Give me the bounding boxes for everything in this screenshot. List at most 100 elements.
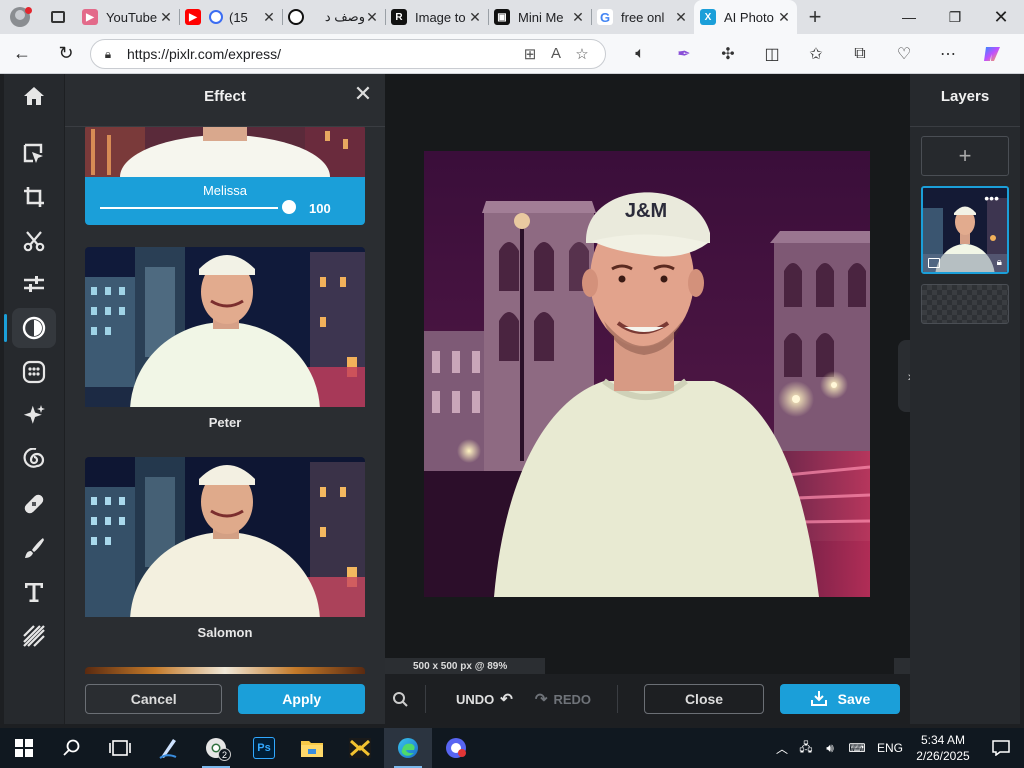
minimize-button[interactable]: — [886,0,932,34]
close-window-button[interactable]: ✕ [978,0,1024,34]
undo-button[interactable]: UNDO ↶ [456,690,513,708]
cancel-button[interactable]: Cancel [85,684,223,714]
close-button[interactable]: Close [644,684,764,714]
close-panel-icon[interactable]: ✕ [353,83,373,105]
zoom-magnifier-icon[interactable] [385,691,415,707]
browser-tab-image-to[interactable]: R Image to ✕ [385,0,488,34]
favorite-star-icon[interactable]: ☆ [569,45,595,63]
collections-icon[interactable]: ⧉ [838,34,882,74]
copilot-icon[interactable] [970,34,1014,74]
feather-extension-icon[interactable]: ✒ [662,34,706,74]
volume-icon[interactable]: 🔊︎ [818,741,842,756]
text-tool-icon[interactable] [12,572,56,612]
close-tab-icon[interactable]: ✕ [262,9,276,26]
browser-essentials-icon[interactable]: ♡ [882,34,926,74]
speaker-icon[interactable]: 🔈︎ [618,34,662,74]
browser-tab-youtube-2[interactable]: ▶ (15 ✕ [179,0,282,34]
effect-intensity-value: 100 [309,201,331,216]
clock[interactable]: 5:34 AM 2/26/2025 [908,732,978,764]
photo-canvas[interactable]: J&M [424,151,870,597]
close-tab-icon[interactable]: ✕ [365,9,379,26]
adjust-sliders-icon[interactable] [12,264,56,304]
filter-dots-icon[interactable] [12,352,56,392]
browser-tab-pixlr[interactable]: X AI Photo ✕ [694,0,797,34]
image-layer-icon [928,258,940,268]
yellow-app-icon[interactable] [336,728,384,768]
keyboard-icon[interactable]: ⌨ [842,741,872,755]
refresh-button[interactable]: ↻ [44,34,88,74]
close-tab-icon[interactable]: ✕ [674,9,688,26]
liquify-swirl-icon[interactable] [12,440,56,480]
browser-tab-mini-me[interactable]: ▣ Mini Me ✕ [488,0,591,34]
record-app-icon[interactable] [432,728,480,768]
home-icon[interactable] [12,76,56,116]
photoshop-icon[interactable]: Ps [240,728,288,768]
apply-button[interactable]: Apply [238,684,365,714]
bottom-action-bar: UNDO ↶ ↷ REDO Close Save [385,674,910,724]
close-tab-icon[interactable]: ✕ [468,9,482,26]
browser-tab-chatgpt[interactable]: وصف د ✕ [282,0,385,34]
favorites-icon[interactable]: ✩ [794,34,838,74]
add-layer-button[interactable]: + [921,136,1009,176]
divider [425,685,426,713]
ai-sparkle-icon[interactable] [12,396,56,436]
windows-start-icon[interactable] [0,728,48,768]
search-icon[interactable] [48,728,96,768]
effect-tool-icon[interactable] [4,308,56,348]
url-text[interactable]: https://pixlr.com/express/ [127,46,517,62]
arrange-tool-icon[interactable] [12,134,56,174]
edge-browser-icon[interactable] [384,728,432,768]
app-available-icon[interactable]: ⊞ [517,45,543,63]
more-menu-icon[interactable]: ⋯ [926,34,970,74]
overlay-texture-icon[interactable] [12,616,56,656]
crop-tool-icon[interactable] [12,177,56,217]
effect-card-salomon[interactable]: Salomon [85,457,365,640]
profile-avatar[interactable] [0,0,40,34]
undo-label: UNDO [456,691,495,707]
show-hidden-icons-chevron-icon[interactable]: ︿ [770,740,794,757]
lock-icon[interactable]: 🔒︎ [997,257,1002,268]
split-screen-icon[interactable]: ◫ [750,34,794,74]
file-explorer-icon[interactable] [288,728,336,768]
notification-icon[interactable] [978,740,1024,756]
brush-icon[interactable] [12,528,56,568]
layer-thumbnail-photo[interactable]: ••• 🔒︎ [921,186,1009,274]
healing-bandage-icon[interactable] [12,484,56,524]
close-tab-icon[interactable]: ✕ [159,9,173,26]
back-button[interactable]: ← [0,34,44,74]
lock-icon[interactable]: 🔒︎ [101,47,115,61]
effect-intensity-slider[interactable] [100,207,278,209]
effect-card-peter[interactable]: Peter [85,247,365,430]
tab-title: وصف د [324,9,365,24]
new-tab-button[interactable]: + [797,4,833,30]
close-tab-icon[interactable]: ✕ [571,9,585,26]
effect-card-active[interactable]: Melissa 100 [85,127,365,225]
divider [910,126,1020,127]
browser-tab-youtube[interactable]: ▶ YouTube ✕ [76,0,179,34]
effect-panel-footer: Cancel Apply [65,674,385,724]
browser-tab-google[interactable]: G free onl ✕ [591,0,694,34]
effect-list[interactable]: Melissa 100 Peter Salomon [65,126,385,674]
save-button[interactable]: Save [780,684,900,714]
network-icon[interactable]: 🖧︎ [794,738,818,759]
redo-button[interactable]: ↷ REDO [535,690,591,708]
task-view-icon[interactable] [96,728,144,768]
effect-card-next[interactable] [85,667,365,674]
read-aloud-icon[interactable]: A [543,45,569,62]
pen-app-icon[interactable] [144,728,192,768]
effect-name: Salomon [197,625,253,640]
close-tab-icon[interactable]: ✕ [777,9,791,26]
google-icon: G [597,9,613,25]
url-field[interactable]: 🔒︎ https://pixlr.com/express/ ⊞ A ☆ [90,38,606,69]
chrome-icon[interactable]: 2 [192,728,240,768]
tab-actions-icon[interactable] [40,0,76,34]
extensions-icon[interactable]: ✣ [706,34,750,74]
canvas-area[interactable]: J&M 500 x 500 px @ 89% › [385,74,922,674]
layer-thumbnail-transparent[interactable] [921,284,1009,324]
address-bar: ← ↻ 🔒︎ https://pixlr.com/express/ ⊞ A ☆ … [0,34,1024,74]
slider-thumb[interactable] [282,200,296,214]
layer-options-icon[interactable]: ••• [984,191,999,205]
input-language[interactable]: ENG [872,741,908,755]
restore-button[interactable]: ❐ [932,0,978,34]
cutout-scissors-icon[interactable] [12,221,56,261]
